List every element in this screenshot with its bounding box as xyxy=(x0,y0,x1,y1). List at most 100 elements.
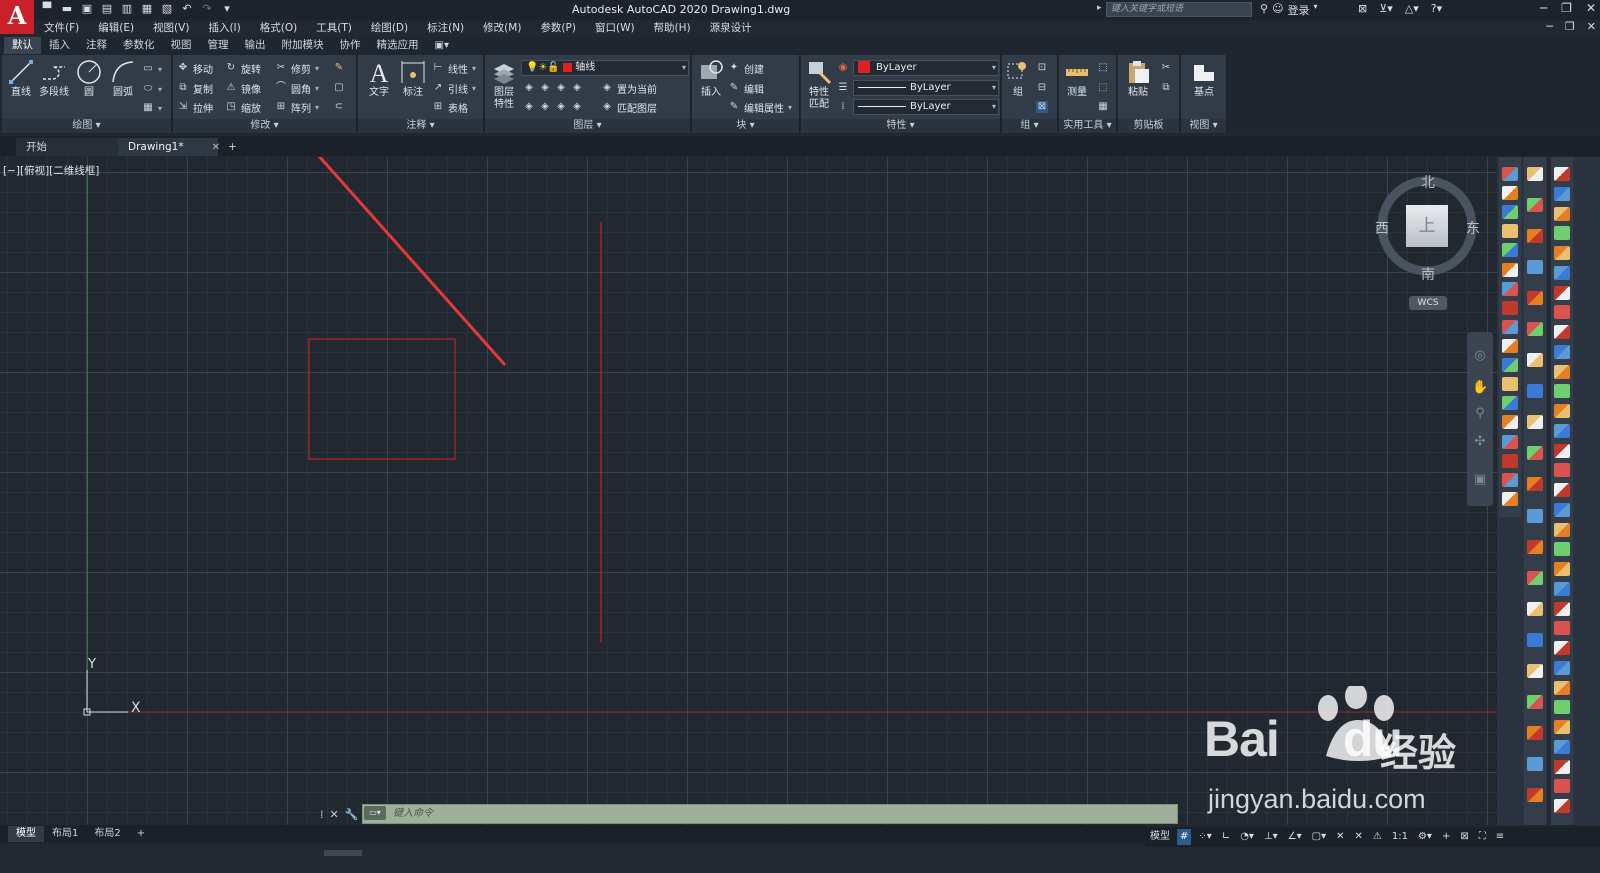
a360-icon[interactable]: △▾ xyxy=(1405,2,1419,15)
toolbar-tool-icon[interactable] xyxy=(1554,720,1570,735)
tab-parametric[interactable]: 参数化 xyxy=(115,37,163,54)
toolbar-tool-icon[interactable] xyxy=(1502,281,1518,296)
line-button[interactable]: 直线 xyxy=(4,59,38,111)
application-menu-button[interactable]: A xyxy=(0,0,34,34)
search-input[interactable]: 键入关键字或短语 xyxy=(1106,2,1252,17)
toolbar-tool-icon[interactable] xyxy=(1554,502,1570,517)
layer-tools-row1[interactable]: ◈ ◈ ◈ ◈ xyxy=(523,80,583,96)
toolbar-tool-icon[interactable] xyxy=(1554,265,1570,280)
command-input[interactable]: 键入命令 xyxy=(362,804,1178,824)
customize-icon[interactable]: ▾ xyxy=(220,2,234,16)
viewcube-top-face[interactable]: 上 xyxy=(1406,205,1448,247)
toolbar-tool-icon[interactable] xyxy=(1554,404,1570,419)
toolbar-tool-icon[interactable] xyxy=(1502,358,1518,373)
annotation-panel-title[interactable]: 注释 ▾ xyxy=(358,119,483,133)
group-edit-icon[interactable]: ⊟ xyxy=(1036,80,1048,96)
tab-model[interactable]: 模型 xyxy=(8,826,44,842)
toolbar-tool-icon[interactable] xyxy=(1554,423,1570,438)
close-icon[interactable]: ✕ xyxy=(330,808,339,821)
trim-button[interactable]: ✂ 修剪 ▾ xyxy=(275,60,325,76)
menu-format[interactable]: 格式(O) xyxy=(250,20,306,36)
compass-north[interactable]: 北 xyxy=(1421,172,1435,192)
toolbar-tool-icon[interactable] xyxy=(1527,291,1543,306)
redo-icon[interactable]: ↷ xyxy=(200,2,214,16)
toolbar-tool-icon[interactable] xyxy=(1554,779,1570,794)
grid-icon[interactable]: # xyxy=(1177,829,1192,845)
wrench-icon[interactable]: 🔧 xyxy=(345,808,359,821)
toolbar-tool-icon[interactable] xyxy=(1502,167,1518,181)
menu-parametric[interactable]: 参数(P) xyxy=(530,20,585,36)
toolbar-tool-icon[interactable] xyxy=(1554,325,1570,340)
toolbar-tool-icon[interactable] xyxy=(1554,463,1570,478)
base-view-button[interactable]: 基点 xyxy=(1187,59,1221,111)
toolbar-tool-icon[interactable] xyxy=(1554,660,1570,675)
toolbar-tool-icon[interactable] xyxy=(1554,581,1570,596)
menu-insert[interactable]: 插入(I) xyxy=(198,20,249,36)
toolbar-tool-icon[interactable] xyxy=(1502,339,1518,353)
toolbar-tool-icon[interactable] xyxy=(1527,601,1543,616)
hatch-button[interactable]: ▦ ▾ xyxy=(142,100,168,116)
rectangle-button[interactable]: ▭ ▾ xyxy=(142,61,168,77)
rotate-button[interactable]: ↻ 旋转 xyxy=(225,60,261,76)
tab-annotate[interactable]: 注释 xyxy=(78,37,115,54)
offset-button[interactable]: ⊂ xyxy=(333,99,345,115)
toolbar-tool-icon[interactable] xyxy=(1554,344,1570,359)
linear-dim-button[interactable]: ⊢ 线性 ▾ xyxy=(432,60,482,76)
ortho-icon[interactable]: ∟ xyxy=(1219,829,1233,845)
toolbar-tool-icon[interactable] xyxy=(1554,305,1570,320)
array-button[interactable]: ⊞ 阵列 ▾ xyxy=(275,99,325,115)
layers-panel-title[interactable]: 图层 ▾ xyxy=(485,119,690,133)
menu-plugin[interactable]: 源泉设计 xyxy=(700,20,761,36)
toolbar-tool-icon[interactable] xyxy=(1527,539,1543,554)
table-button[interactable]: ⊞ 表格 xyxy=(432,99,468,115)
isodraft-icon[interactable]: ⊥▾ xyxy=(1261,829,1281,845)
layer-dropdown[interactable]: 💡☀🔓 轴线 ▾ xyxy=(521,60,689,76)
toolbar-tool-icon[interactable] xyxy=(1554,384,1570,399)
tab-featured-apps[interactable]: 精选应用 xyxy=(369,37,427,54)
erase-button[interactable]: ✎ xyxy=(333,60,345,76)
menu-edit[interactable]: 编辑(E) xyxy=(88,20,143,36)
color-dropdown[interactable]: ByLayer ▾ xyxy=(853,60,999,76)
minimize-icon[interactable]: ─ xyxy=(1540,1,1547,15)
command-history-icon[interactable]: ▭▾ xyxy=(364,806,386,820)
save-icon[interactable]: ▣ xyxy=(80,2,94,16)
toolbar-tool-icon[interactable] xyxy=(1554,641,1570,656)
ellipse-button[interactable]: ⬭ ▾ xyxy=(142,81,168,97)
insert-block-button[interactable]: 插入 xyxy=(694,59,728,111)
measure-button[interactable]: 测量 xyxy=(1061,59,1093,111)
close-icon[interactable]: ✕ xyxy=(212,142,220,153)
new-file-icon[interactable]: ▀ xyxy=(40,2,54,16)
toolbar-tool-icon[interactable] xyxy=(1554,206,1570,221)
tab-layout1[interactable]: 布局1 xyxy=(44,826,86,842)
tab-view[interactable]: 视图 xyxy=(163,37,200,54)
toolbar-tool-icon[interactable] xyxy=(1554,542,1570,557)
menu-view[interactable]: 视图(V) xyxy=(143,20,198,36)
binoculars-icon[interactable]: ⚲ xyxy=(1260,2,1268,18)
toolbar-tool-icon[interactable] xyxy=(1554,799,1570,814)
menu-file[interactable]: 文件(F) xyxy=(34,20,88,36)
tab-start[interactable]: 开始 xyxy=(16,138,118,156)
compass-west[interactable]: 西 xyxy=(1375,218,1389,238)
toolbar-tool-icon[interactable] xyxy=(1527,229,1543,244)
menu-window[interactable]: 窗口(W) xyxy=(585,20,644,36)
tab-default[interactable]: 默认 xyxy=(4,37,41,54)
add-layout-button[interactable]: + xyxy=(129,826,153,842)
toolbar-tool-icon[interactable] xyxy=(1527,756,1543,771)
calculator-icon[interactable]: ▦ xyxy=(1097,99,1109,115)
plot-icon[interactable]: ▧ xyxy=(160,2,174,16)
group-select-icon[interactable]: ⊠ xyxy=(1036,99,1048,115)
match-layer-button[interactable]: ◈ 匹配图层 xyxy=(601,99,657,115)
chevron-down-icon[interactable]: ▾ xyxy=(1314,2,1318,18)
copy-button[interactable]: ⧉ 复制 xyxy=(177,80,213,96)
toolbar-tool-icon[interactable] xyxy=(1554,562,1570,577)
explode-button[interactable]: ▢ xyxy=(333,80,345,96)
toolbar-tool-icon[interactable] xyxy=(1502,472,1518,487)
toolbar-tool-icon[interactable] xyxy=(1502,224,1518,239)
toolbar-tool-icon[interactable] xyxy=(1502,243,1518,258)
modify-panel-title[interactable]: 修改 ▾ xyxy=(173,119,356,133)
draw-panel-title[interactable]: 绘图 ▾ xyxy=(2,119,171,133)
text-button[interactable]: A 文字 xyxy=(362,59,396,111)
toolbar-tool-icon[interactable] xyxy=(1527,508,1543,523)
view-panel-title[interactable]: 视图 ▾ xyxy=(1181,119,1226,133)
toolbar-tool-icon[interactable] xyxy=(1554,680,1570,695)
